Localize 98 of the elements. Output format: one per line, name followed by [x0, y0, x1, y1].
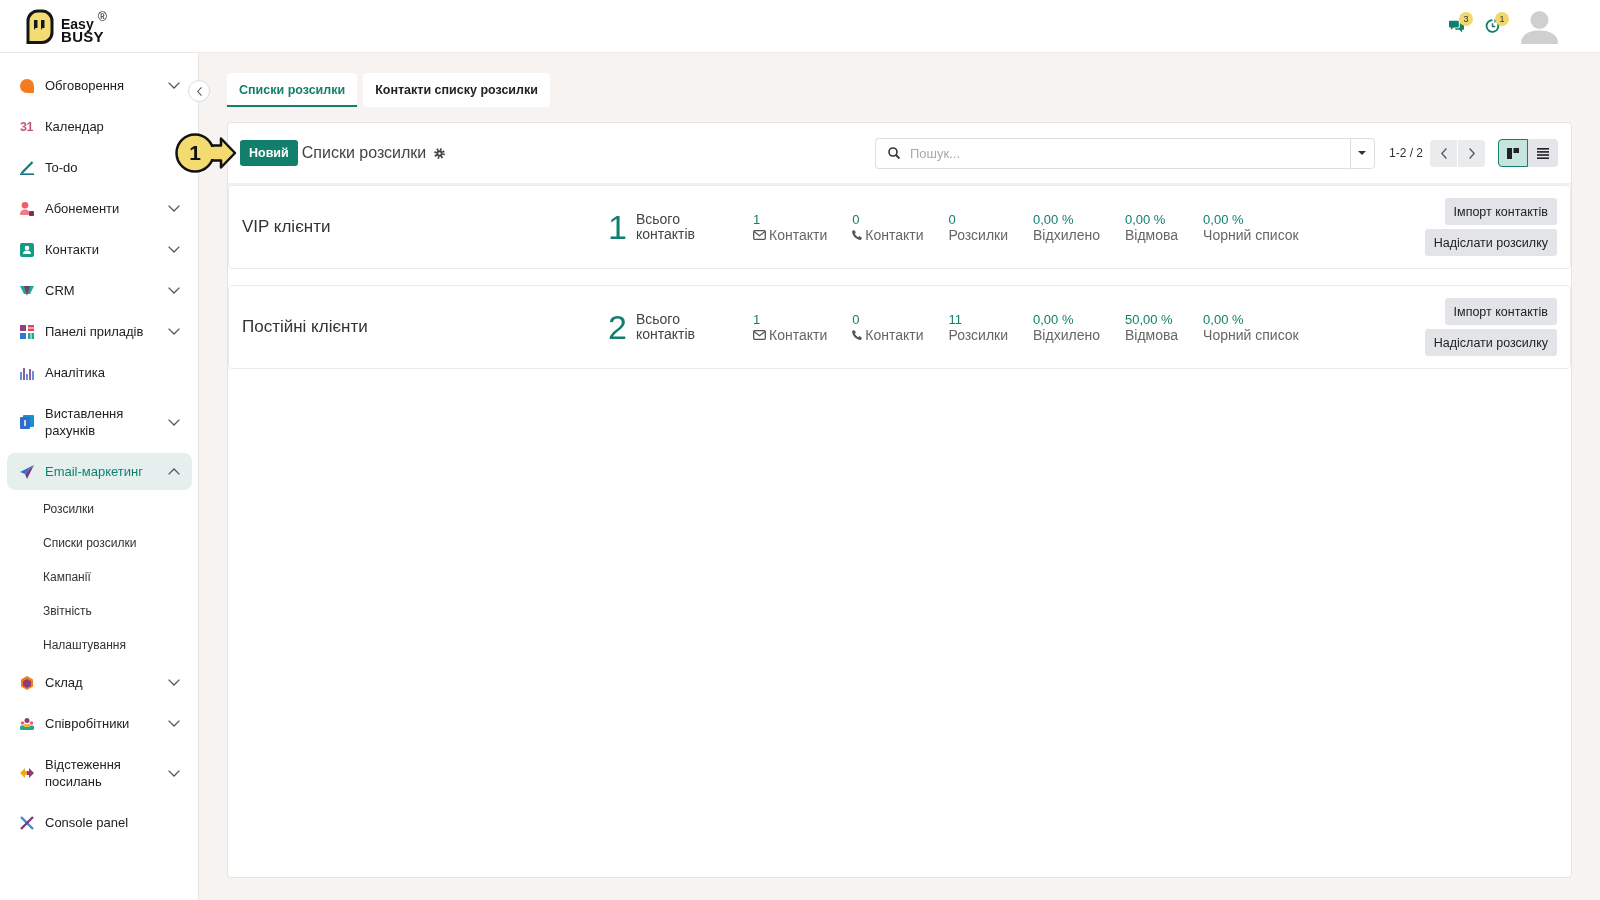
nav-item[interactable]: Виставлення рахунків [7, 395, 192, 449]
nav-item[interactable]: Console panel [7, 804, 141, 841]
stat-label: Відхилено [1033, 226, 1100, 243]
stat-label: Контакти [769, 326, 828, 343]
logo-icon [26, 8, 54, 44]
action-button[interactable]: Надіслати розсилку [1424, 329, 1557, 356]
stat-value: 0 [948, 211, 957, 227]
chat-bubbles-icon[interactable] [1449, 19, 1464, 33]
previous-page-button[interactable] [1430, 139, 1457, 167]
search-field[interactable]: Пошук... [874, 137, 1350, 169]
nav-item[interactable]: Панелі приладів [7, 313, 192, 350]
list-icon [1537, 147, 1549, 159]
stat-label: Відмова [1124, 326, 1179, 343]
clock-icon[interactable] [1485, 19, 1500, 33]
nav-subitem[interactable]: Кампанії [7, 560, 192, 594]
crossed-bars-icon [20, 815, 34, 830]
next-page-button[interactable] [1458, 139, 1485, 167]
caret-down-icon [1358, 151, 1367, 155]
stat-value: 0,00 % [1033, 311, 1075, 327]
stat-label: Контакти [865, 226, 924, 243]
nav-item[interactable]: Відстеження посилань [7, 746, 192, 800]
registered-mark: ® [98, 10, 107, 23]
stat-label: Чорний список [1203, 326, 1299, 343]
chat-bubble-icon [20, 78, 34, 93]
nav-item[interactable]: Обговорення [7, 67, 192, 104]
slash-icon [20, 160, 34, 175]
paper-plane-icon [20, 464, 34, 479]
settings-icon[interactable] [434, 147, 446, 159]
stat-value: 11 [948, 311, 963, 327]
nav-item[interactable]: Контакти [7, 231, 192, 268]
count-badge: 3 [1459, 12, 1473, 26]
stat-value: 1 [753, 211, 762, 227]
stat-label: Відмова [1124, 226, 1179, 243]
list-view-button[interactable] [1528, 139, 1558, 167]
total-count: 2 [608, 310, 627, 344]
bar-chart-icon [20, 365, 34, 380]
total-label: Всього контактів [635, 212, 696, 242]
stat-value: 1 [753, 311, 762, 327]
count-badge: 1 [1495, 12, 1509, 26]
nav-item[interactable]: To-do [7, 149, 90, 186]
action-button[interactable]: Імпорт контактів [1444, 198, 1557, 225]
stat-label: Відхилено [1033, 326, 1100, 343]
stat-value: 0,00 % [1203, 211, 1245, 227]
stat-label: Розсилки [948, 226, 1009, 243]
stat-value: 0 [852, 211, 861, 227]
list-name: VIP клієнти [242, 217, 332, 237]
stat-label: Контакти [865, 326, 924, 343]
step-callout: 1 [175, 133, 237, 173]
stat-value: 0,00 % [1203, 311, 1245, 327]
logo-text: Easy [61, 17, 95, 30]
pager-text: 1-2 / 2 [1388, 146, 1423, 160]
phone-icon [852, 229, 863, 240]
kanban-view-button[interactable] [1498, 139, 1528, 167]
search-options-button[interactable] [1349, 137, 1375, 169]
nav-item[interactable]: 31 Календар [7, 108, 116, 145]
nav-item[interactable]: Аналітика [7, 354, 117, 391]
calendar-icon: 31 [20, 119, 34, 134]
contact-card-icon [20, 242, 34, 257]
hexagon-icon [21, 675, 33, 690]
nav-subitem[interactable]: Налаштування [7, 628, 192, 662]
chevron-left-icon [1440, 147, 1447, 159]
arrows-icon [20, 767, 34, 779]
stat-label: Розсилки [948, 326, 1009, 343]
documents-icon [20, 415, 34, 429]
stat-label: Контакти [769, 226, 828, 243]
envelope-icon [753, 329, 766, 340]
stat-label: Чорний список [1203, 226, 1299, 243]
phone-icon [852, 329, 863, 340]
chevron-left-icon [196, 86, 202, 96]
triangle-icon [20, 285, 34, 296]
nav-subitem[interactable]: Розсилки [7, 492, 192, 526]
kanban-icon [1507, 147, 1519, 159]
list-name: Постійні клієнти [242, 317, 369, 337]
stat-value: 0,00 % [1033, 211, 1075, 227]
stat-value: 50,00 % [1124, 311, 1174, 327]
page-title: Списки розсилки [301, 144, 427, 162]
nav-subitem[interactable]: Списки розсилки [7, 526, 192, 560]
new-button[interactable]: Новий [240, 140, 298, 166]
envelope-icon [753, 229, 766, 240]
stat-value: 0,00 % [1124, 211, 1167, 227]
search-icon [887, 147, 900, 159]
nav-item[interactable]: Співробітники [7, 705, 192, 742]
total-count: 1 [608, 210, 627, 244]
nav-item[interactable]: Склад [7, 664, 192, 701]
total-label: Всього контактів [635, 312, 696, 342]
grid-icon [20, 324, 34, 339]
nav-item[interactable]: CRM [7, 272, 192, 309]
action-button[interactable]: Імпорт контактів [1444, 298, 1557, 325]
nav-item[interactable]: Email-маркетинг [7, 453, 192, 490]
tab[interactable]: Контакти списку розсилки [363, 73, 550, 107]
chevron-right-icon [1468, 147, 1475, 159]
tab[interactable]: Списки розсилки [227, 73, 358, 107]
people-icon [20, 717, 34, 730]
person-icon [20, 201, 34, 216]
stat-value: 0 [852, 311, 861, 327]
action-button[interactable]: Надіслати розсилку [1424, 229, 1557, 256]
nav-item[interactable]: Абонементи [7, 190, 192, 227]
nav-subitem[interactable]: Звітність [7, 594, 192, 628]
